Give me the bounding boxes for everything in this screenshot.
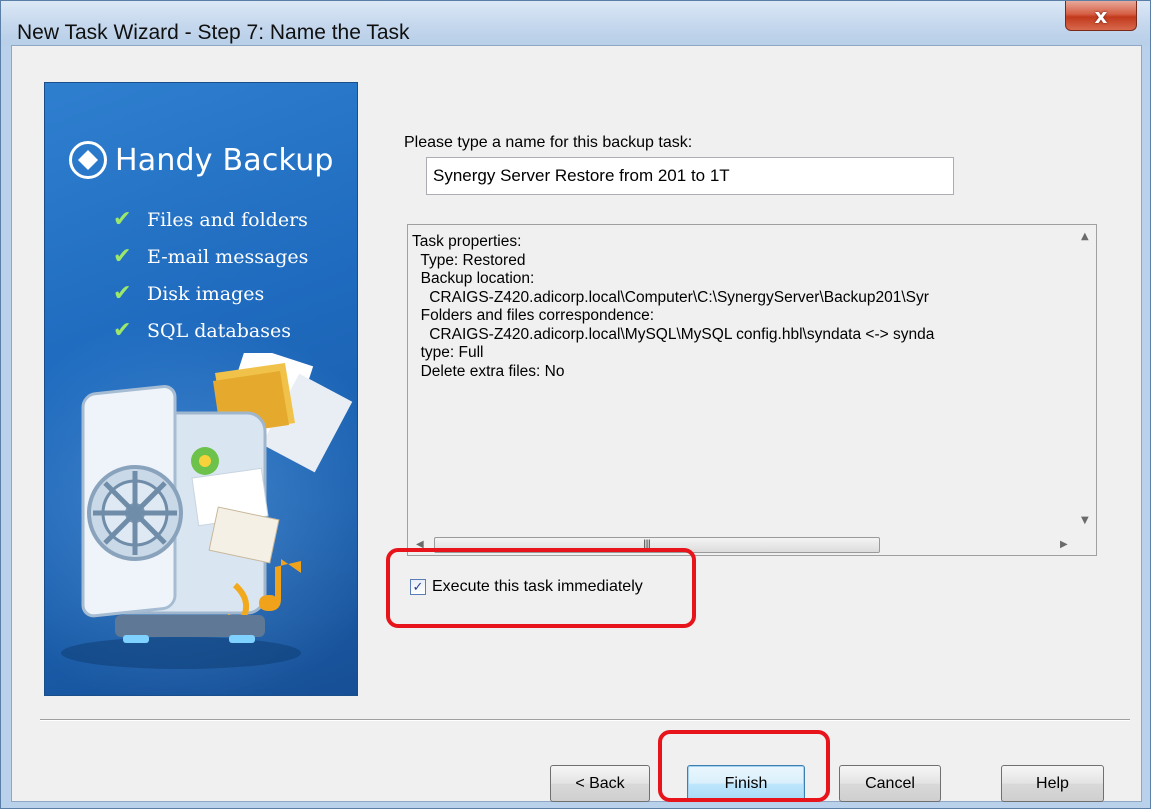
window-title: New Task Wizard - Step 7: Name the Task — [17, 21, 410, 44]
wizard-client-area: Handy Backup ✔ Files and folders ✔ E-mai… — [11, 45, 1142, 802]
task-name-input[interactable] — [426, 157, 954, 195]
task-properties-text: Task properties: Type: Restored Backup l… — [412, 233, 1072, 525]
close-button[interactable]: x — [1065, 1, 1137, 31]
scroll-up-icon[interactable]: ▲ — [1081, 231, 1089, 242]
check-icon: ✔ — [113, 281, 132, 306]
cancel-button[interactable]: Cancel — [839, 765, 941, 802]
brand-name: Handy Backup — [115, 142, 334, 178]
feature-label: Disk images — [147, 282, 265, 305]
scroll-down-icon[interactable]: ▼ — [1081, 515, 1089, 526]
check-icon: ✔ — [113, 244, 132, 269]
safe-foot-light — [229, 635, 255, 643]
check-icon: ✔ — [113, 207, 132, 232]
feature-item: ✔ Files and folders — [113, 201, 308, 238]
highlight-finish-annotation — [658, 730, 830, 802]
feature-label: SQL databases — [147, 319, 291, 342]
title-bar[interactable]: New Task Wizard - Step 7: Name the Task … — [1, 1, 1150, 45]
close-icon: x — [1094, 3, 1108, 28]
highlight-execute-annotation — [386, 548, 696, 628]
property-line: type: Full — [412, 344, 484, 361]
feature-item: ✔ SQL databases — [113, 312, 308, 349]
check-icon: ✔ — [113, 318, 132, 343]
help-button[interactable]: Help — [1001, 765, 1104, 802]
property-line: CRAIGS-Z420.adicorp.local\MySQL\MySQL co… — [412, 325, 935, 343]
feature-list: ✔ Files and folders ✔ E-mail messages ✔ … — [113, 201, 308, 349]
property-line: Folders and files correspondence: — [412, 307, 655, 324]
feature-item: ✔ Disk images — [113, 275, 308, 312]
feature-label: E-mail messages — [147, 245, 309, 268]
safe-foot-light — [123, 635, 149, 643]
footer-divider — [40, 719, 1130, 721]
safe-illustration — [61, 353, 353, 669]
handy-backup-banner: Handy Backup ✔ Files and folders ✔ E-mai… — [44, 82, 358, 696]
scroll-right-icon[interactable]: ▶ — [1060, 539, 1068, 550]
property-line: Delete extra files: No — [412, 362, 565, 380]
wizard-window: New Task Wizard - Step 7: Name the Task … — [0, 0, 1151, 809]
vertical-scrollbar[interactable]: ▲ ▼ — [1076, 225, 1096, 535]
property-line: Backup location: — [412, 270, 535, 287]
brand: Handy Backup — [69, 141, 334, 179]
back-button[interactable]: < Back — [550, 765, 650, 802]
task-name-prompt: Please type a name for this backup task: — [404, 134, 693, 151]
property-line: Type: Restored — [412, 251, 526, 269]
feature-item: ✔ E-mail messages — [113, 238, 308, 275]
feature-label: Files and folders — [147, 208, 308, 231]
task-properties-box: Task properties: Type: Restored Backup l… — [407, 224, 1097, 556]
handy-backup-logo-icon — [69, 141, 107, 179]
property-line: CRAIGS-Z420.adicorp.local\Computer\C:\Sy… — [412, 288, 929, 306]
property-line: Task properties: — [412, 233, 522, 250]
